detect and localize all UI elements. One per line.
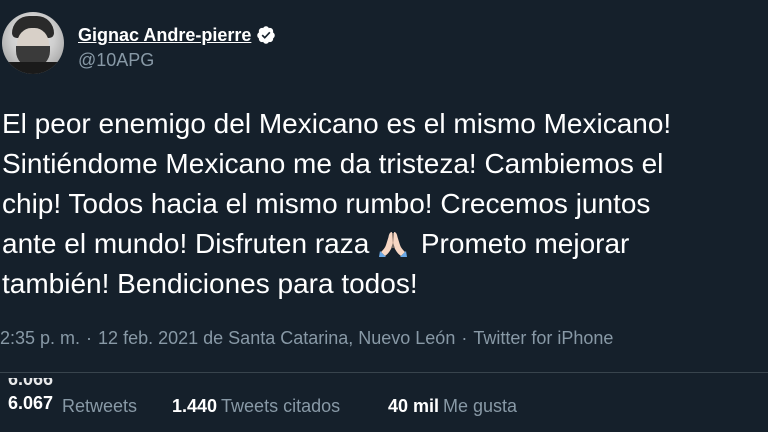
tweet-location[interactable]: de Santa Catarina, Nuevo León [203, 328, 455, 348]
retweets-label: Retweets [62, 396, 138, 416]
tweet-source[interactable]: Twitter for iPhone [473, 328, 613, 348]
tweet-text: El peor enemigo del Mexicano es el mismo… [2, 104, 768, 304]
stats-divider [0, 372, 768, 373]
retweets-count-rolling: 6.066 6.067 [8, 378, 53, 414]
author-name-row: Gignac Andre-pierre [78, 24, 276, 46]
quote-tweets-stat[interactable]: 1.440 Tweets citados [172, 396, 340, 417]
meta-separator: · [86, 328, 93, 348]
tweet-line: El peor enemigo del Mexicano es el mismo… [2, 108, 672, 139]
author-display-name[interactable]: Gignac Andre-pierre [78, 25, 251, 46]
tweet-card: Gignac Andre-pierre @10APG El peor enemi… [0, 0, 768, 432]
likes-label: Me gusta [443, 396, 518, 416]
verified-badge-icon [257, 26, 276, 44]
tweet-line: chip! Todos hacia el mismo rumbo! Crecem… [2, 188, 651, 219]
tweet-line-part: ante el mundo! Disfruten raza [2, 228, 370, 259]
retweets-previous-count: 6.066 [8, 378, 54, 389]
retweets-stat[interactable]: 6.066 6.067 Retweets [4, 378, 138, 417]
author-handle[interactable]: @10APG [78, 50, 154, 71]
tweet-line: Sintiéndome Mexicano me da tristeza! Cam… [2, 148, 664, 179]
tweet-date[interactable]: 12 feb. 2021 [98, 328, 198, 348]
likes-count: 40 mil [388, 396, 440, 416]
quote-tweets-count: 1.440 [172, 396, 218, 416]
tweet-line-with-emoji: ante el mundo! Disfruten raza Prometo me… [2, 224, 768, 264]
folded-hands-icon [379, 232, 408, 257]
meta-separator: · [461, 328, 468, 348]
author-avatar[interactable] [2, 12, 64, 74]
tweet-time[interactable]: 2:35 p. m. [0, 328, 80, 348]
tweet-line-part: Prometo mejorar [420, 228, 630, 259]
tweet-meta: 2:35 p. m. · 12 feb. 2021 de Santa Catarin… [0, 328, 613, 349]
likes-stat[interactable]: 40 mil Me gusta [388, 396, 517, 417]
quote-tweets-label: Tweets citados [221, 396, 341, 416]
tweet-line: también! Bendiciones para todos! [2, 268, 418, 299]
retweets-count: 6.067 [8, 393, 54, 413]
avatar-shirt [2, 62, 64, 74]
